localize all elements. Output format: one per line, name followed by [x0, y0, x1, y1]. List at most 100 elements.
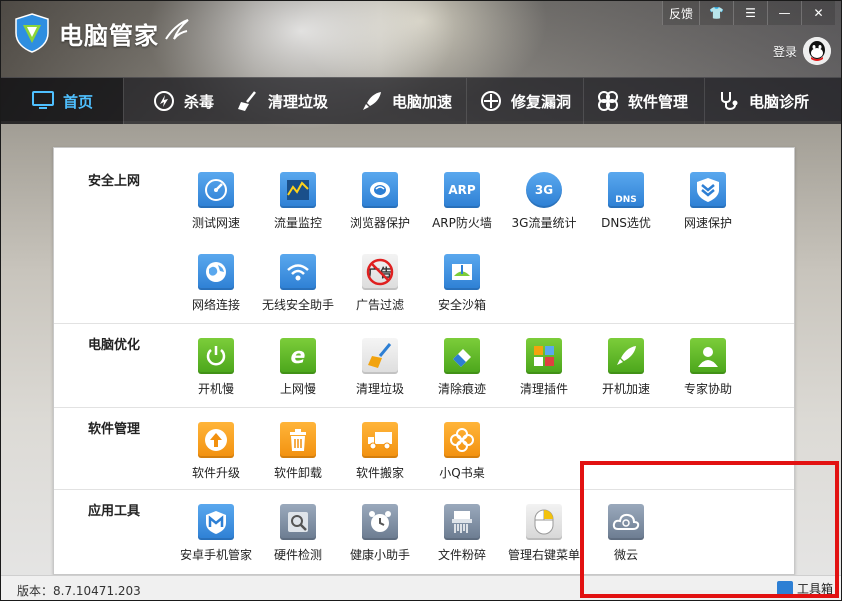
- nav-home[interactable]: 首页: [1, 78, 123, 124]
- tool-3g-traffic[interactable]: 3G 3G流量统计: [504, 172, 584, 231]
- tool-context-menu[interactable]: 管理右键菜单: [504, 504, 584, 563]
- app-title: 电脑管家: [59, 22, 159, 50]
- skin-button[interactable]: 👕: [699, 1, 733, 25]
- tool-sandbox[interactable]: 安全沙箱: [422, 254, 502, 313]
- status-bar: 版本：8.7.10471.203 工具箱: [1, 575, 841, 600]
- browser-shield-icon: [362, 172, 398, 208]
- software-icon: [596, 89, 620, 113]
- tool-clean-junk[interactable]: 清理垃圾: [340, 338, 420, 397]
- main-nav: 首页 杀毒 清理垃圾 电脑加速 修复漏洞 软件管理 电脑诊所: [1, 77, 841, 124]
- truck-icon: [362, 422, 398, 458]
- section-pc-optimize: 电脑优化 开机慢 e 上网慢 清理垃圾 清除痕迹 清理插件 开机加速 专家协助: [54, 324, 794, 408]
- section-title: 安全上网: [88, 174, 141, 189]
- eraser-icon: [444, 338, 480, 374]
- tool-network-connect[interactable]: 网络连接: [176, 254, 256, 313]
- dns-icon: DNS: [608, 172, 644, 208]
- wifi-icon: [280, 254, 316, 290]
- swoosh-icon: [165, 19, 189, 40]
- toolbox-panel: 安全上网 测试网速 流量监控 浏览器保护 ARP ARP防火墙 3G 3G流量统…: [53, 147, 795, 575]
- app-window: 电脑管家 反馈 👕 ☰ — ✕ 登录 首页 杀毒 清理垃圾 电脑加速 修复漏洞 …: [0, 0, 842, 601]
- tool-traffic-monitor[interactable]: 流量监控: [258, 172, 338, 231]
- tool-health-assistant[interactable]: 健康小助手: [340, 504, 420, 563]
- version-label: 版本：8.7.10471.203: [17, 584, 141, 598]
- minimize-icon: —: [778, 6, 791, 20]
- section-title: 软件管理: [88, 422, 141, 437]
- tool-software-upgrade[interactable]: 软件升级: [176, 422, 256, 481]
- qq-avatar-icon[interactable]: [803, 37, 831, 65]
- section-title: 应用工具: [88, 504, 141, 519]
- stethoscope-icon: [717, 89, 741, 113]
- monitor-icon: [31, 89, 55, 113]
- tool-software-move[interactable]: 软件搬家: [340, 422, 420, 481]
- tool-speed-protect[interactable]: 网速保护: [668, 172, 748, 231]
- tool-arp-firewall[interactable]: ARP ARP防火墙: [422, 172, 502, 231]
- minimize-button[interactable]: —: [767, 1, 801, 25]
- tool-ad-filter[interactable]: 广告 广告过滤: [340, 254, 420, 313]
- tool-software-uninstall[interactable]: 软件卸载: [258, 422, 338, 481]
- tool-expert-help[interactable]: 专家协助: [668, 338, 748, 397]
- window-controls: 反馈 👕 ☰ — ✕: [661, 1, 835, 25]
- tool-weiyun[interactable]: 微云: [586, 504, 666, 563]
- nav-clean[interactable]: 清理垃圾: [228, 78, 346, 124]
- section-title: 电脑优化: [88, 338, 141, 353]
- virus-scan-icon: [152, 89, 176, 113]
- close-icon: ✕: [813, 6, 824, 20]
- close-button[interactable]: ✕: [801, 1, 835, 25]
- tool-speed-test[interactable]: 测试网速: [176, 172, 256, 231]
- power-icon: [198, 338, 234, 374]
- section-software-manage: 软件管理 软件升级 软件卸载 软件搬家 小Q书桌: [54, 408, 794, 490]
- menu-icon: ☰: [745, 6, 756, 20]
- shredder-icon: [444, 504, 480, 540]
- nav-software[interactable]: 软件管理: [584, 78, 704, 124]
- shield-logo-icon: [15, 13, 49, 53]
- traffic-chart-icon: [280, 172, 316, 208]
- rocket-icon: [360, 89, 384, 113]
- expert-icon: [690, 338, 726, 374]
- ie-icon: e: [280, 338, 316, 374]
- clover-icon: [444, 422, 480, 458]
- nav-patch[interactable]: 修复漏洞: [467, 78, 583, 124]
- upgrade-arrow-icon: [198, 422, 234, 458]
- cloud-icon: [608, 504, 644, 540]
- tool-hardware-check[interactable]: 硬件检测: [258, 504, 338, 563]
- shield-chevron-icon: [690, 172, 726, 208]
- tool-dns-optimize[interactable]: DNS DNS选优: [586, 172, 666, 231]
- brush-icon: [362, 338, 398, 374]
- puzzle-icon: [526, 338, 562, 374]
- nav-speedup[interactable]: 电脑加速: [346, 78, 466, 124]
- globe-icon: [198, 254, 234, 290]
- tool-clean-plugins[interactable]: 清理插件: [504, 338, 584, 397]
- section-safe-browsing: 安全上网 测试网速 流量监控 浏览器保护 ARP ARP防火墙 3G 3G流量统…: [54, 148, 794, 324]
- toolbox-icon: [776, 580, 793, 597]
- login-link[interactable]: 登录: [773, 43, 797, 60]
- toolbox-button[interactable]: 工具箱: [776, 580, 833, 597]
- sandbox-icon: [444, 254, 480, 290]
- tool-android-manager[interactable]: 安卓手机管家: [176, 504, 256, 563]
- rocket-icon: [608, 338, 644, 374]
- android-manager-icon: [198, 504, 234, 540]
- tool-clear-traces[interactable]: 清除痕迹: [422, 338, 502, 397]
- arp-firewall-icon: ARP: [444, 172, 480, 208]
- tool-wifi-assistant[interactable]: 无线安全助手: [258, 254, 338, 313]
- mouse-icon: [526, 504, 562, 540]
- tool-xiaoq-desk[interactable]: 小Q书桌: [422, 422, 502, 481]
- tool-file-shredder[interactable]: 文件粉碎: [422, 504, 502, 563]
- patch-icon: [479, 89, 503, 113]
- feedback-button[interactable]: 反馈: [661, 1, 699, 25]
- nav-antivirus[interactable]: 杀毒: [124, 78, 228, 124]
- shirt-icon: 👕: [709, 6, 724, 20]
- ad-block-icon: 广告: [362, 254, 398, 290]
- broom-icon: [236, 89, 260, 113]
- alarm-clock-icon: [362, 504, 398, 540]
- tool-boot-speedup[interactable]: 开机加速: [586, 338, 666, 397]
- tool-slow-boot[interactable]: 开机慢: [176, 338, 256, 397]
- tool-slow-internet[interactable]: e 上网慢: [258, 338, 338, 397]
- section-app-tools: 应用工具 安卓手机管家 硬件检测 健康小助手 文件粉碎 管理右键菜单 微云: [54, 490, 794, 574]
- speedometer-icon: [198, 172, 234, 208]
- menu-button[interactable]: ☰: [733, 1, 767, 25]
- tool-browser-protect[interactable]: 浏览器保护: [340, 172, 420, 231]
- hardware-scan-icon: [280, 504, 316, 540]
- trash-icon: [280, 422, 316, 458]
- nav-clinic[interactable]: 电脑诊所: [705, 78, 823, 124]
- 3g-icon: 3G: [526, 172, 562, 208]
